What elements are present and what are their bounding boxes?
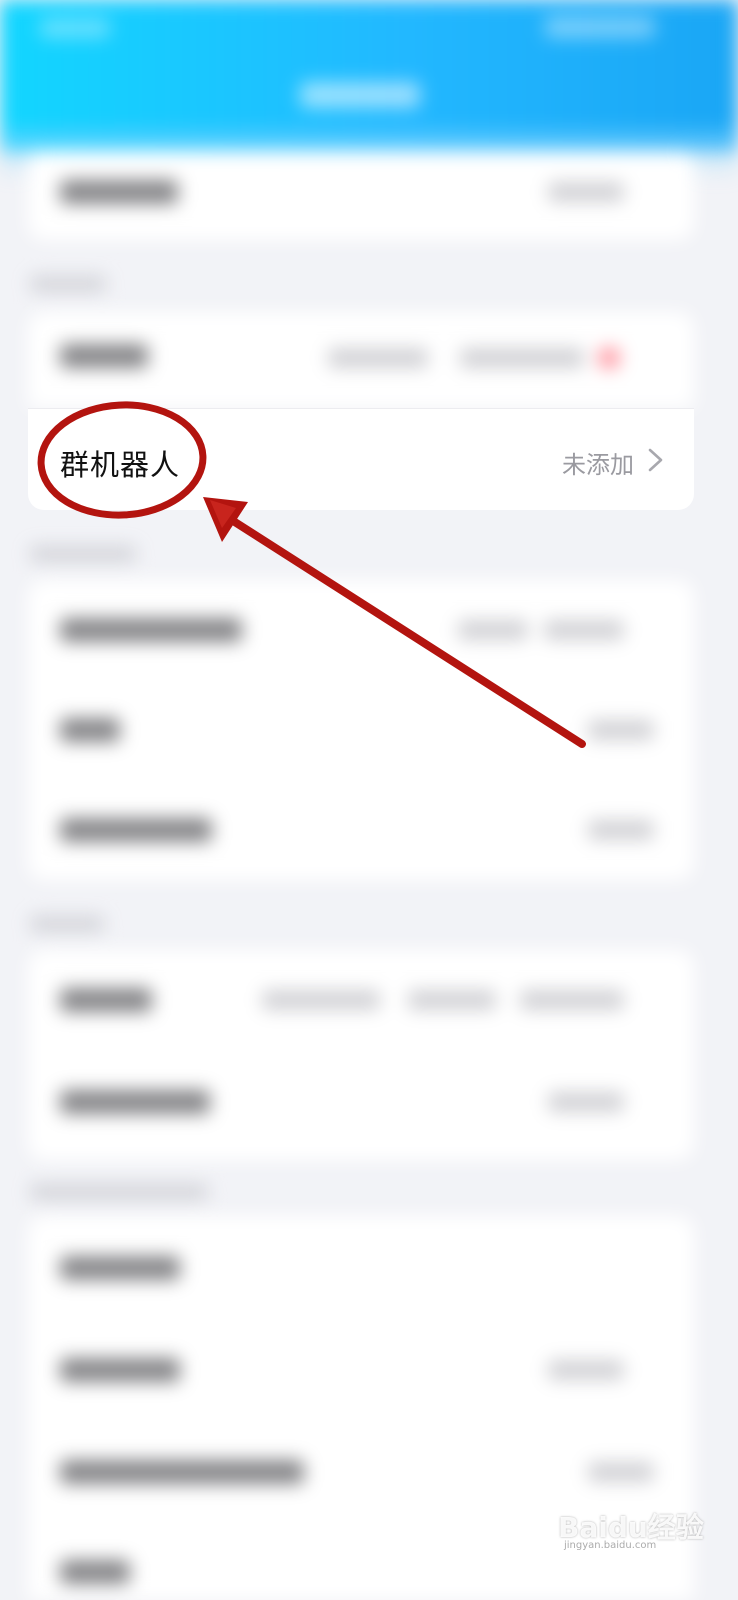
settings-screen: 群机器人 未添加 Baidu经验 jingyan.baidu.com <box>0 0 738 1600</box>
baidu-jingyan-watermark: Baidu经验 jingyan.baidu.com <box>556 1494 716 1551</box>
blurred-header-action <box>545 16 655 38</box>
watermark-url: jingyan.baidu.com <box>564 1540 657 1551</box>
blurred-card-2-top <box>28 312 694 408</box>
blurred-content <box>0 0 738 1600</box>
blurred-card-3 <box>28 580 694 880</box>
blurred-card-4 <box>28 950 694 1160</box>
group-robot-label: 群机器人 <box>60 448 181 482</box>
blurred-back-control <box>40 18 110 38</box>
blurred-card-1 <box>28 150 694 240</box>
chevron-right-icon <box>648 448 663 472</box>
blurred-page-title <box>300 82 420 108</box>
group-robot-row[interactable]: 群机器人 未添加 <box>28 408 694 510</box>
group-robot-status: 未添加 <box>562 451 634 479</box>
